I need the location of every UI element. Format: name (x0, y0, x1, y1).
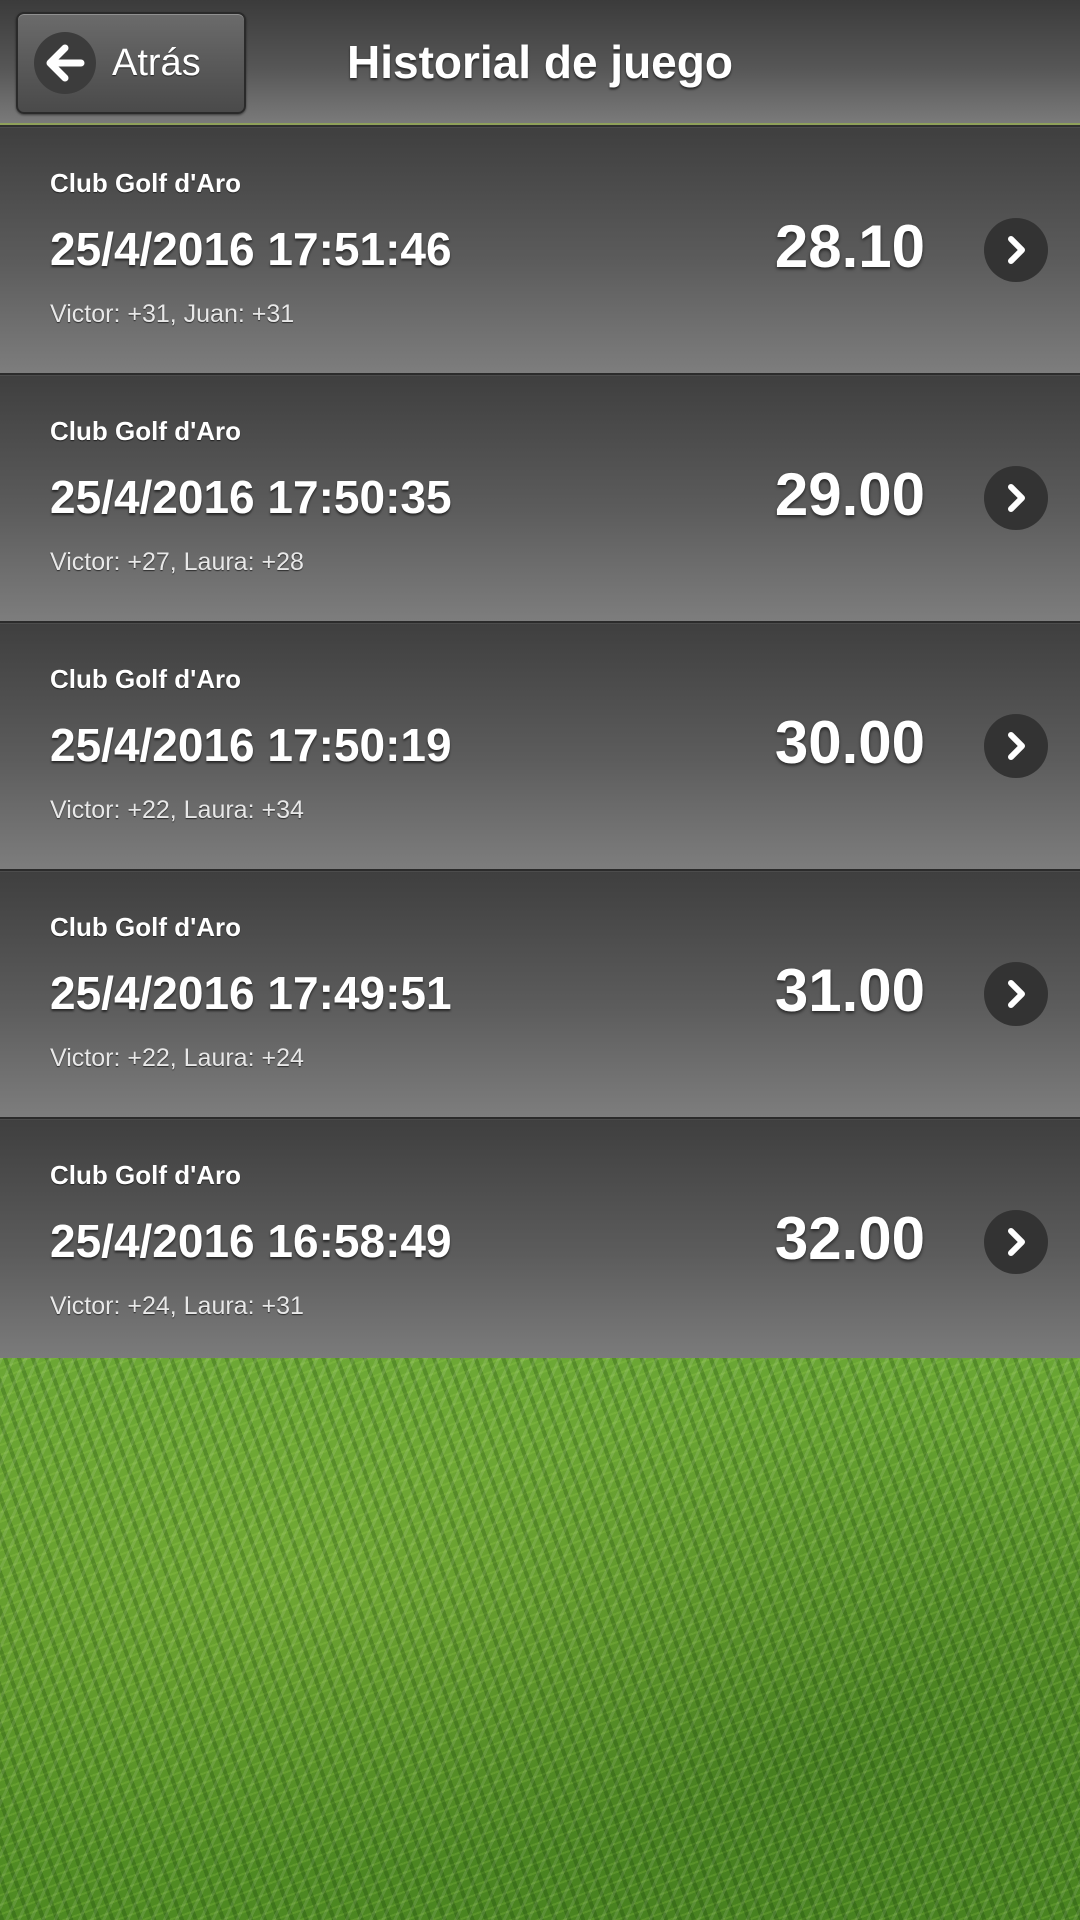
game-score: 31.00 (774, 957, 925, 1024)
game-score: 32.00 (774, 1205, 925, 1272)
chevron-right-icon[interactable] (984, 218, 1048, 282)
game-date: 25/4/2016 17:51:46 (50, 223, 452, 275)
game-score: 29.00 (774, 461, 925, 528)
game-list-item[interactable]: Club Golf d'Aro 25/4/2016 17:51:46 Victo… (0, 127, 1080, 375)
chevron-right-icon[interactable] (984, 466, 1048, 530)
game-players: Victor: +22, Laura: +34 (50, 796, 304, 824)
game-score: 30.00 (774, 709, 925, 776)
grass-background (0, 1358, 1080, 1920)
game-date: 25/4/2016 17:50:35 (50, 471, 452, 523)
club-name: Club Golf d'Aro (50, 912, 242, 942)
chevron-right-icon[interactable] (984, 714, 1048, 778)
header-bar: Atrás Historial de juego (0, 0, 1080, 125)
club-name: Club Golf d'Aro (50, 168, 242, 198)
arrow-left-icon (34, 32, 96, 94)
game-date: 25/4/2016 17:50:19 (50, 719, 452, 771)
game-players: Victor: +27, Laura: +28 (50, 548, 304, 576)
chevron-right-icon[interactable] (984, 1210, 1048, 1274)
club-name: Club Golf d'Aro (50, 416, 242, 446)
app-screen: Atrás Historial de juego Club Golf d'Aro… (0, 0, 1080, 1920)
game-players: Victor: +24, Laura: +31 (50, 1292, 304, 1320)
game-list-item[interactable]: Club Golf d'Aro 25/4/2016 17:50:19 Victo… (0, 623, 1080, 871)
game-date: 25/4/2016 16:58:49 (50, 1215, 452, 1267)
club-name: Club Golf d'Aro (50, 664, 242, 694)
game-date: 25/4/2016 17:49:51 (50, 967, 452, 1019)
game-history-list: Club Golf d'Aro 25/4/2016 17:51:46 Victo… (0, 127, 1080, 1367)
game-list-item[interactable]: Club Golf d'Aro 25/4/2016 17:49:51 Victo… (0, 871, 1080, 1119)
chevron-right-icon[interactable] (984, 962, 1048, 1026)
game-players: Victor: +22, Laura: +24 (50, 1044, 304, 1072)
game-list-item[interactable]: Club Golf d'Aro 25/4/2016 16:58:49 Victo… (0, 1119, 1080, 1367)
back-button-label: Atrás (112, 41, 201, 84)
club-name: Club Golf d'Aro (50, 1160, 242, 1190)
back-button[interactable]: Atrás (16, 12, 246, 114)
game-list-item[interactable]: Club Golf d'Aro 25/4/2016 17:50:35 Victo… (0, 375, 1080, 623)
game-score: 28.10 (774, 213, 925, 280)
game-players: Victor: +31, Juan: +31 (50, 300, 295, 328)
